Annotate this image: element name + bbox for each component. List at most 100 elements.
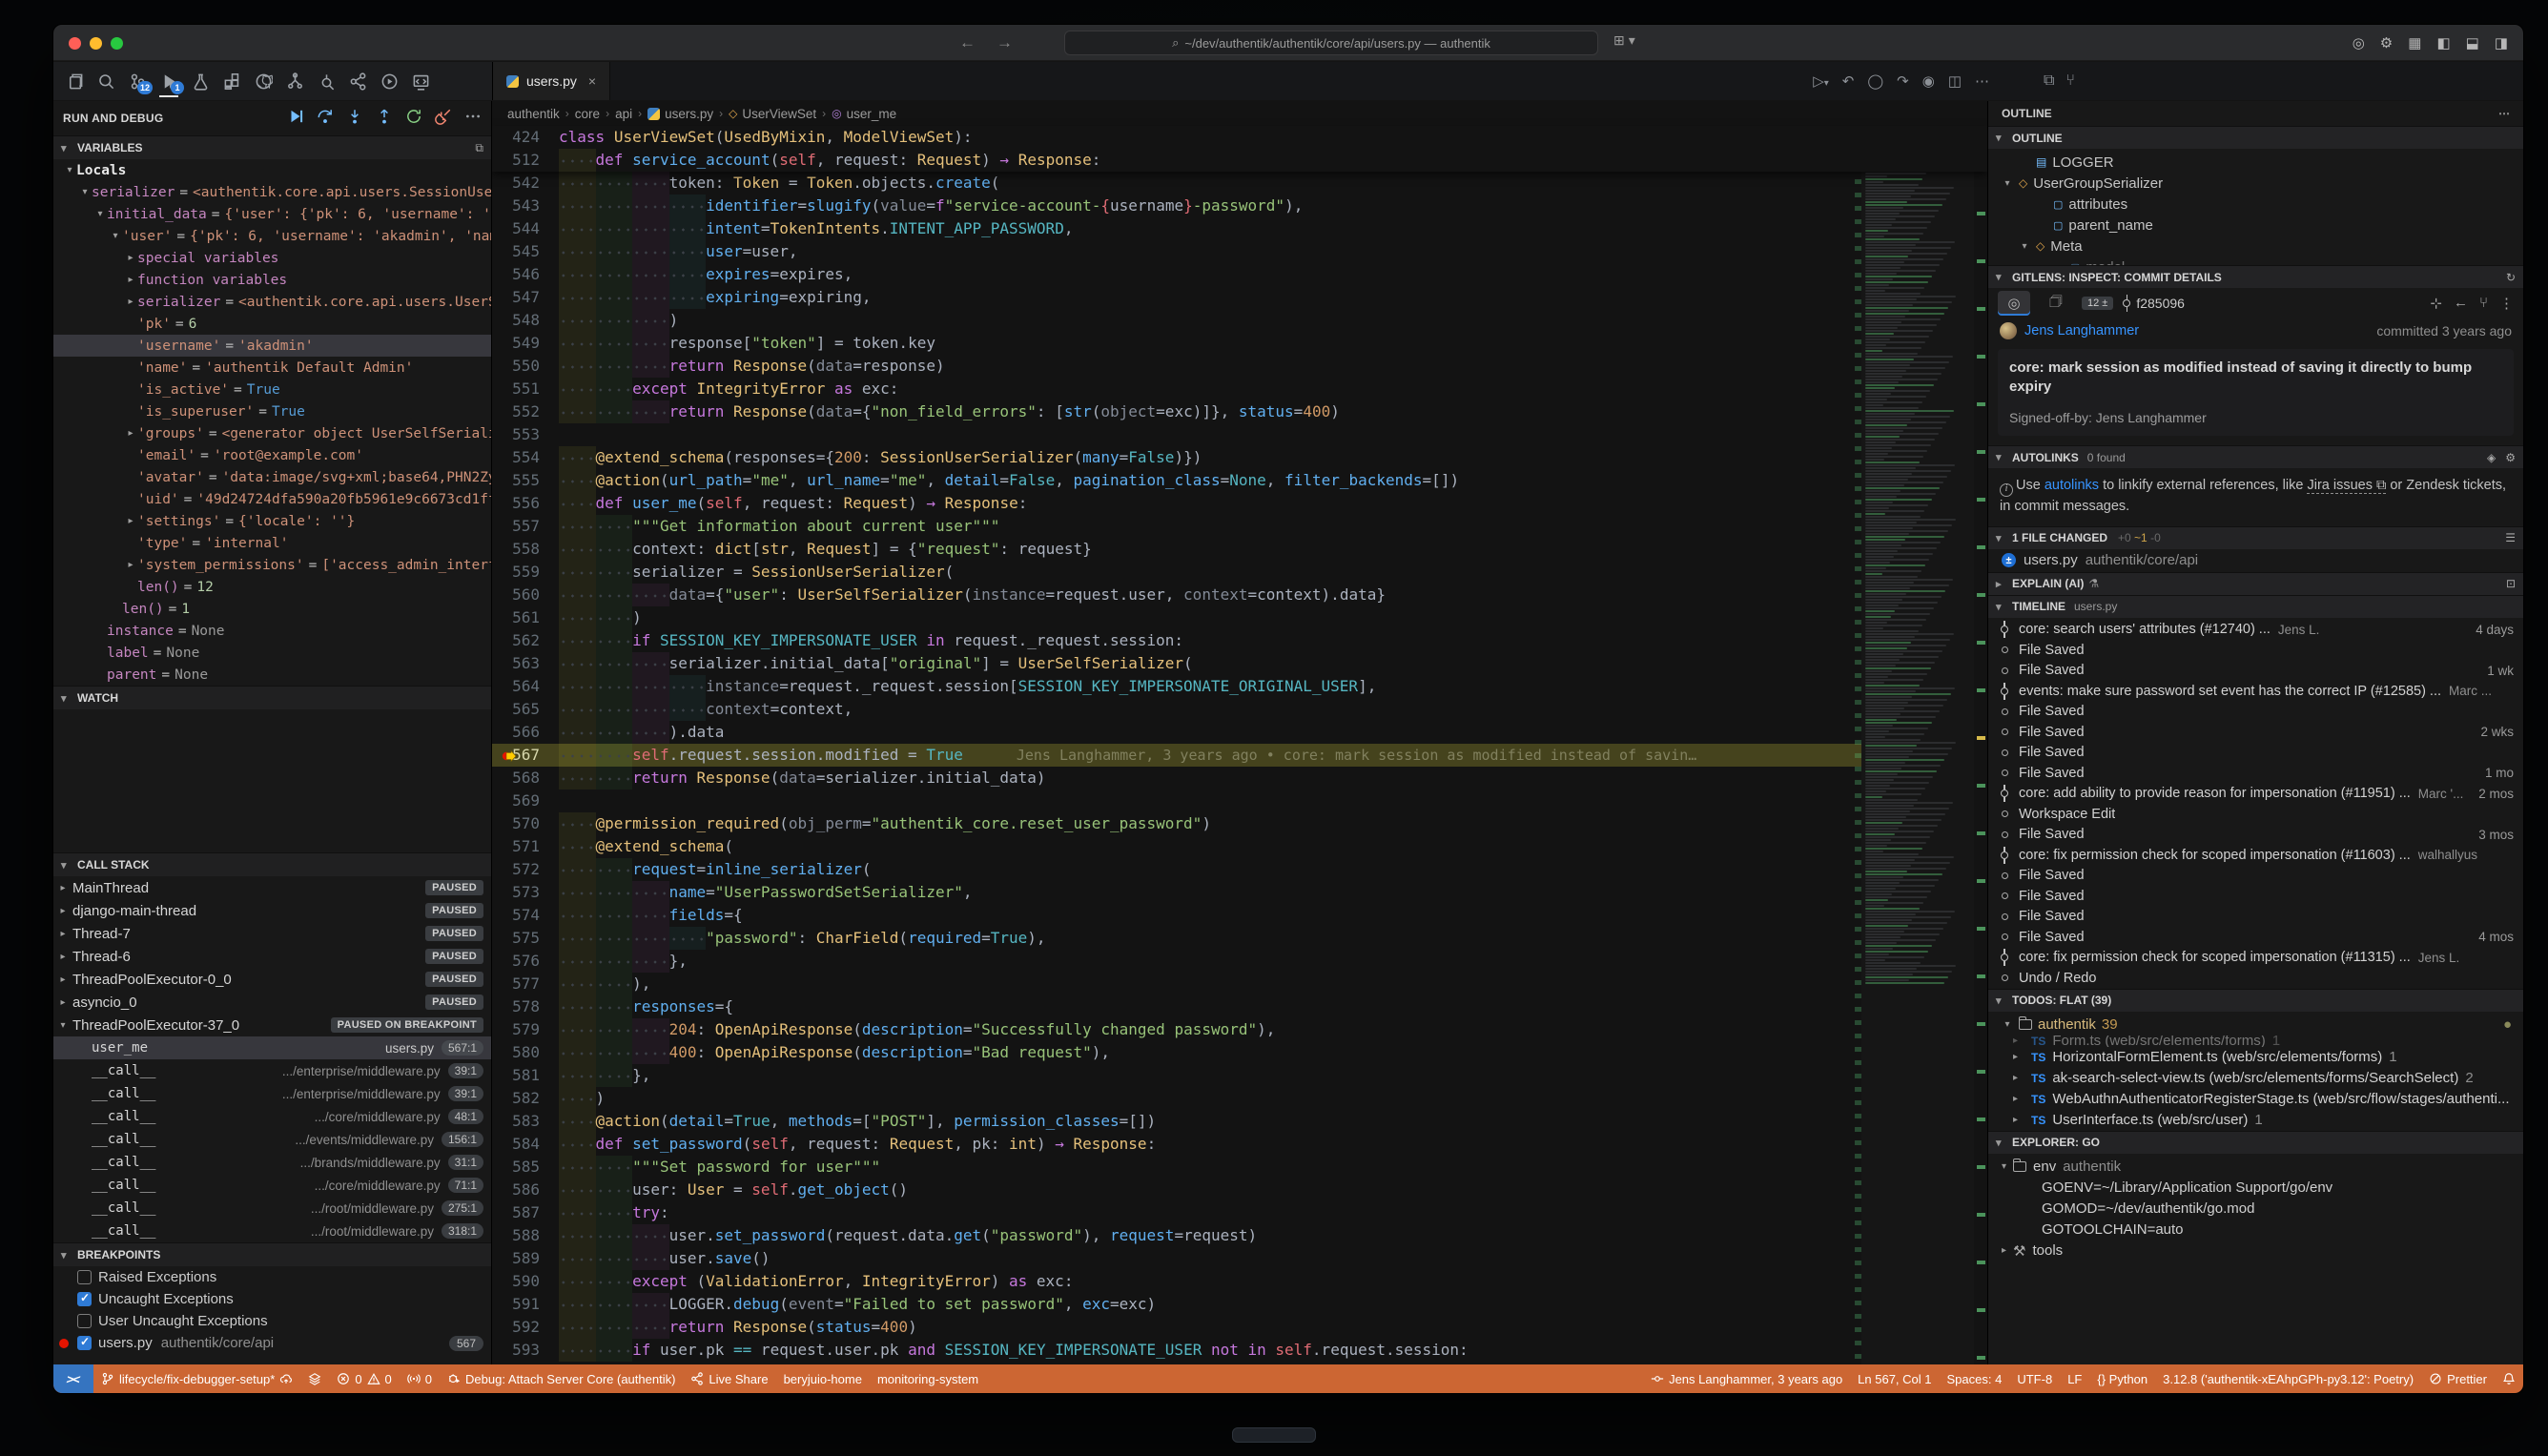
code-line-571[interactable]: 571@extend_schema( (492, 835, 1987, 858)
code-line-550[interactable]: 550return Response(data=response) (492, 355, 1987, 378)
tab-users-py[interactable]: users.py × (493, 62, 610, 100)
timeline-item[interactable]: core: fix permission check for scoped im… (1988, 948, 2523, 969)
stack-frame-row[interactable]: __call__.../enterprise/middleware.py39:1 (53, 1082, 491, 1105)
timeline-item[interactable]: core: search users' attributes (#12740) … (1988, 620, 2523, 641)
variable-row[interactable]: ▾Locals (53, 159, 491, 181)
debug-more-button[interactable] (464, 108, 482, 129)
more-actions-icon[interactable]: ⋯ (1975, 72, 1989, 90)
view-mode-icon[interactable]: ☰ (2505, 531, 2516, 544)
code-line-591[interactable]: 591LOGGER.debug(event="Failed to set pas… (492, 1293, 1987, 1316)
sticky-scroll[interactable]: 424class UserViewSet(UsedByMixin, ModelV… (492, 126, 1987, 172)
debug-step-into-button[interactable] (346, 108, 363, 129)
code-line-424[interactable]: 424class UserViewSet(UsedByMixin, ModelV… (492, 126, 1987, 149)
variable-row[interactable]: ▸'settings'={'locale': ''} (53, 510, 491, 532)
code-line-562[interactable]: 562if SESSION_KEY_IMPERSONATE_USER in re… (492, 629, 1987, 652)
variable-row[interactable]: ▸'system_permissions'=['access_admin_int… (53, 554, 491, 576)
code-line-547[interactable]: 547expiring=expiring, (492, 286, 1987, 309)
code-line-563[interactable]: 563serializer.initial_data["original"] =… (492, 652, 1987, 675)
code-line-584[interactable]: 584def set_password(self, request: Reque… (492, 1133, 1987, 1156)
outline-item[interactable]: ▾◇Meta (1988, 236, 2523, 256)
go-env-var[interactable]: GOMOD=~/dev/authentik/go.mod (1988, 1199, 2523, 1220)
variable-row[interactable]: ▾serializer=<authentik.core.api.users.Se… (53, 181, 491, 203)
timeline-item[interactable]: File Saved (1988, 702, 2523, 723)
todo-file-item[interactable]: ▸TSHorizontalFormElement.ts (web/src/ele… (1988, 1047, 2523, 1068)
code-line-567[interactable]: 567self.request.session.modified = TrueJ… (492, 744, 1987, 767)
go-env-folder[interactable]: ▾envauthentik (1988, 1157, 2523, 1178)
variable-row[interactable]: len()=1 (53, 598, 491, 620)
code-line-568[interactable]: 568return Response(data=serializer.initi… (492, 767, 1987, 790)
timeline-item[interactable]: Undo / Redo (1988, 968, 2523, 989)
todo-file-item[interactable]: ▸TSUserInterface.ts (web/src/user)1 (1988, 1110, 2523, 1131)
files-changed-tab[interactable]: 🗇 (2040, 291, 2072, 316)
activity-beaker-icon[interactable] (189, 68, 212, 94)
watch-section-header[interactable]: ▾ WATCH (53, 686, 491, 709)
thread-row[interactable]: ▾ThreadPoolExecutor-37_0PAUSED ON BREAKP… (53, 1014, 491, 1036)
breakpoint-checkbox[interactable] (77, 1270, 92, 1284)
code-line-543[interactable]: 543identifier=slugify(value=f"service-ac… (492, 195, 1987, 217)
activity-github-icon[interactable] (252, 68, 275, 94)
history-back-button[interactable]: ← (959, 33, 976, 52)
explain-ai-section-header[interactable]: ▸EXPLAIN (AI) ⚗ ⊡ (1988, 572, 2523, 595)
pin-panel-icon[interactable]: ⊡ (2506, 577, 2516, 590)
code-line-553[interactable]: 553 (492, 423, 1987, 446)
variable-row[interactable]: len()=12 (53, 576, 491, 598)
variable-row[interactable]: 'is_active'=True (53, 379, 491, 400)
autolink-add-icon[interactable]: ◈ (2487, 451, 2496, 464)
explorer-go-section-header[interactable]: ▾EXPLORER: GO (1988, 1131, 2523, 1154)
todo-file-item[interactable]: ▸TSak-search-select-view.ts (web/src/ele… (1988, 1068, 2523, 1089)
go-env-var[interactable]: GOTOOLCHAIN=auto (1988, 1220, 2523, 1241)
variable-row[interactable]: 'pk'=6 (53, 313, 491, 335)
close-tab-icon[interactable]: × (588, 73, 596, 89)
code-line-590[interactable]: 590except (ValidationError, IntegrityErr… (492, 1270, 1987, 1293)
statusbar-ports[interactable]: 0 (400, 1364, 440, 1393)
call-stack-section-header[interactable]: ▾ CALL STACK (53, 852, 491, 876)
statusbar-gitlens-mode[interactable] (300, 1364, 329, 1393)
variable-row[interactable]: ▸special variables (53, 247, 491, 269)
code-line-551[interactable]: 551except IntegrityError as exc: (492, 378, 1987, 400)
breadcrumb-item[interactable]: api (615, 107, 632, 121)
debug-restart-button[interactable] (405, 108, 422, 129)
activity-search-icon[interactable] (94, 68, 117, 94)
outline-item[interactable]: ▢parent_name (1988, 215, 2523, 236)
code-line-560[interactable]: 560data={"user": UserSelfSerializer(inst… (492, 584, 1987, 606)
statusbar-notifications[interactable] (2495, 1372, 2523, 1385)
code-line-575[interactable]: 575"password": CharField(required=True), (492, 927, 1987, 950)
timeline-item[interactable]: File Saved1 mo (1988, 763, 2523, 784)
gear-icon[interactable]: ⚙ (2505, 451, 2516, 464)
close-window-button[interactable] (69, 37, 81, 50)
breakpoint-checkbox[interactable] (77, 1314, 92, 1328)
code-line-544[interactable]: 544intent=TokenIntents.INTENT_APP_PASSWO… (492, 217, 1987, 240)
minimize-window-button[interactable] (90, 37, 102, 50)
files-changed-section-header[interactable]: ▾1 FILE CHANGED +0 ~1 -0 ☰ (1988, 526, 2523, 549)
variable-row[interactable]: label=None (53, 642, 491, 664)
breadcrumb-item[interactable]: core (575, 107, 600, 121)
code-line-559[interactable]: 559serializer = SessionUserSerializer( (492, 561, 1987, 584)
code-line-569[interactable]: 569 (492, 790, 1987, 812)
command-center-search[interactable]: ⌕ ~/dev/authentik/authentik/core/api/use… (1064, 31, 1598, 55)
refresh-icon[interactable]: ↻ (2506, 271, 2516, 284)
statusbar-python-interpreter[interactable]: 3.12.8 ('authentik-xEAhpGPh-py3.12': Poe… (2155, 1372, 2421, 1386)
todo-file-item[interactable]: ▸TSWebAuthnAuthenticatorRegisterStage.ts… (1988, 1089, 2523, 1110)
account-icon[interactable]: ◎ (2353, 34, 2365, 51)
reverse-continue-icon[interactable]: ◯ (1867, 72, 1883, 90)
code-line-549[interactable]: 549response["token"] = token.key (492, 332, 1987, 355)
thread-row[interactable]: ▸MainThreadPAUSED (53, 876, 491, 899)
timeline-item[interactable]: File Saved4 mos (1988, 927, 2523, 948)
statusbar-beryjuio-home[interactable]: beryjuio-home (776, 1364, 870, 1393)
thread-row[interactable]: ▸ThreadPoolExecutor-0_0PAUSED (53, 968, 491, 991)
code-line-555[interactable]: 555@action(url_path="me", url_name="me",… (492, 469, 1987, 492)
variable-row[interactable]: 'is_superuser'=True (53, 400, 491, 422)
customize-layout-icon[interactable]: ▦ (2408, 34, 2421, 51)
toggle-right-sidebar-icon[interactable]: ◨ (2495, 34, 2508, 51)
outline-item[interactable]: ▢model (1988, 256, 2523, 265)
gitlens-section-header[interactable]: ▾GITLENS: INSPECT: COMMIT DETAILS ↻ (1988, 265, 2523, 288)
code-line-554[interactable]: 554@extend_schema(responses={200: Sessio… (492, 446, 1987, 469)
todos-section-header[interactable]: ▾TODOS: FLAT (39) (1988, 989, 2523, 1012)
split-editor-icon[interactable]: ◫ (1948, 72, 1962, 90)
more-actions-icon[interactable]: ⋯ (2498, 107, 2510, 120)
code-line-574[interactable]: 574fields={ (492, 904, 1987, 927)
variable-row[interactable]: 'name'='authentik Default Admin' (53, 357, 491, 379)
commit-sha[interactable]: f285096 (2123, 296, 2185, 311)
commit-author-row[interactable]: Jens Langhammer committed 3 years ago (1988, 318, 2523, 343)
thread-row[interactable]: ▸Thread-6PAUSED (53, 945, 491, 968)
